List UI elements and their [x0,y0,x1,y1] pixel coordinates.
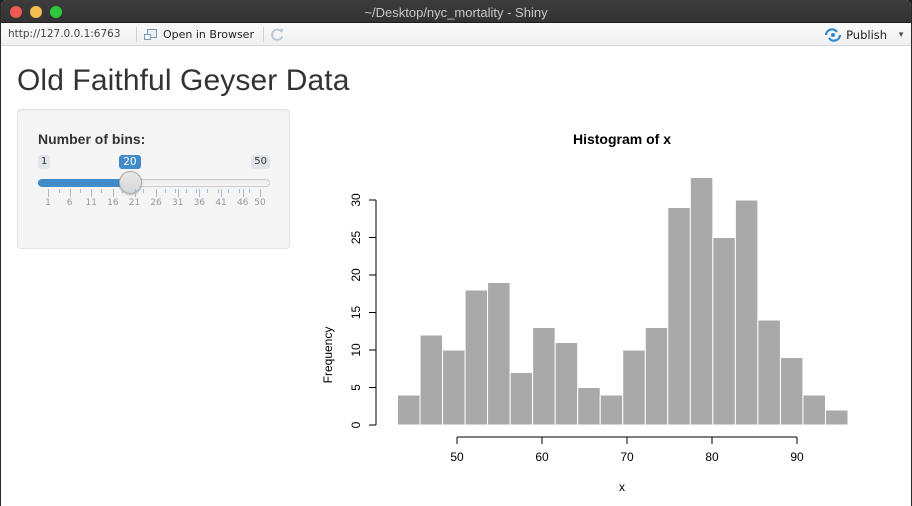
publish-icon [824,27,842,42]
slider-minor-tick [238,189,240,193]
title-bar: ~/Desktop/nyc_mortality - Shiny [1,0,911,23]
histogram-bar [442,349,466,426]
histogram-bar [734,199,759,426]
slider-major-tick [69,189,71,197]
slider-minor-tick [122,189,124,193]
histogram-bar [509,372,534,426]
slider-major-tick [48,189,49,197]
slider-major-tick [260,189,261,197]
slider-minor-tick [185,189,187,193]
x-tick-label: 50 [450,450,464,464]
page-title: Old Faithful Geyser Data [17,64,350,97]
histogram-bar [689,177,714,426]
slider-min-label: 1 [38,155,51,169]
chevron-down-icon[interactable]: ▼ [897,30,905,39]
slider-fill [38,179,131,187]
slider-minor-tick [207,189,208,193]
histogram-bar [802,394,826,426]
slider-minor-tick [196,189,198,193]
slider-tick-label: 26 [150,198,162,208]
histogram-bar [712,237,736,426]
window-title: ~/Desktop/nyc_mortality - Shiny [364,5,548,20]
y-tick-label: 10 [349,343,363,357]
slider-tick-label: 11 [85,198,97,208]
histogram-bar [779,357,804,426]
slider-minor-tick [175,189,177,193]
refresh-icon[interactable] [270,27,285,42]
histogram-bar [419,334,444,426]
histogram-bar [757,319,781,426]
slider-major-tick [177,189,179,197]
open-in-browser-label: Open in Browser [163,28,254,41]
y-tick-label: 30 [349,193,363,207]
histogram-bar [464,289,489,426]
slider-minor-tick [101,189,102,193]
app-window: ~/Desktop/nyc_mortality - Shiny http://1… [0,0,912,506]
slider-minor-tick [228,189,230,193]
open-in-browser-icon [144,28,158,41]
histogram-bar [554,342,579,426]
y-tick-label: 0 [349,421,363,428]
slider-tick-label: 16 [107,198,119,208]
x-tick-label: 90 [790,450,804,464]
y-axis-label: Frequency [321,327,335,384]
histogram-bar [667,207,691,426]
slider-tick-label: 50 [254,198,266,208]
histogram-bar [487,282,511,426]
histogram-bar [644,327,669,426]
chart-title: Histogram of x [573,131,671,147]
histogram-bar [577,387,601,426]
x-tick-label: 80 [705,450,719,464]
slider-minor-tick [143,189,145,193]
slider-major-tick [156,189,158,197]
histogram-bar [824,409,849,426]
histogram-bar [599,394,624,426]
slider-major-tick [134,189,136,197]
slider-max-label: 50 [251,155,270,169]
slider-major-tick [242,189,244,197]
histogram-bar [532,327,556,426]
y-tick-label: 5 [349,384,363,391]
y-tick-label: 25 [349,231,363,245]
slider-tick-label: 31 [172,198,184,208]
bins-slider[interactable]: 1 50 20 1 6 11 16 21 26 31 36 41 46 50 [38,155,271,215]
slider-tick-label: 21 [128,198,141,208]
histogram-chart: Histogram of x Frequency x 051015202530 … [321,131,849,494]
publish-button[interactable]: Publish ▼ [824,26,905,43]
slider-major-tick [221,189,223,197]
x-tick-label: 70 [620,450,634,464]
slider-minor-tick [79,189,81,193]
slider-tick-label: 46 [236,198,249,208]
x-axis-label: x [619,480,625,494]
histogram-bar [397,394,421,426]
slider-minor-tick [164,189,166,193]
slider-tick-label: 41 [215,198,227,208]
slider-tick-label: 36 [193,198,206,208]
url-display[interactable]: http://127.0.0.1:6763 [8,28,121,40]
y-tick-label: 15 [349,306,363,320]
publish-label: Publish [846,27,888,42]
slider-value-label: 20 [119,155,141,169]
slider-tick-label: 6 [66,198,73,208]
slider-major-tick [199,189,201,197]
histogram-bar [622,349,646,426]
histogram-plot: Histogram of x Frequency x 0 5 10 15 20 25 30 … [301,117,901,506]
slider-minor-tick [217,189,219,193]
shiny-app-page: Old Faithful Geyser Data Number of bins:… [1,47,911,506]
toolbar-divider [263,27,264,42]
bins-label: Number of bins: [38,131,146,147]
toolbar-divider [136,27,137,42]
x-tick-label: 60 [535,450,549,464]
open-in-browser-button[interactable]: Open in Browser [144,26,254,43]
slider-minor-tick [58,189,60,193]
slider-tick-label: 1 [45,198,51,208]
slider-major-tick [91,189,93,197]
y-tick-label: 20 [349,268,363,282]
viewer-toolbar: http://127.0.0.1:6763 Open in Browser Pu… [1,23,911,46]
sidebar-panel: Number of bins: 1 50 20 1 6 11 16 21 26 31 36 41… [17,109,290,249]
slider-major-tick [112,189,114,197]
slider-minor-tick [249,189,251,193]
